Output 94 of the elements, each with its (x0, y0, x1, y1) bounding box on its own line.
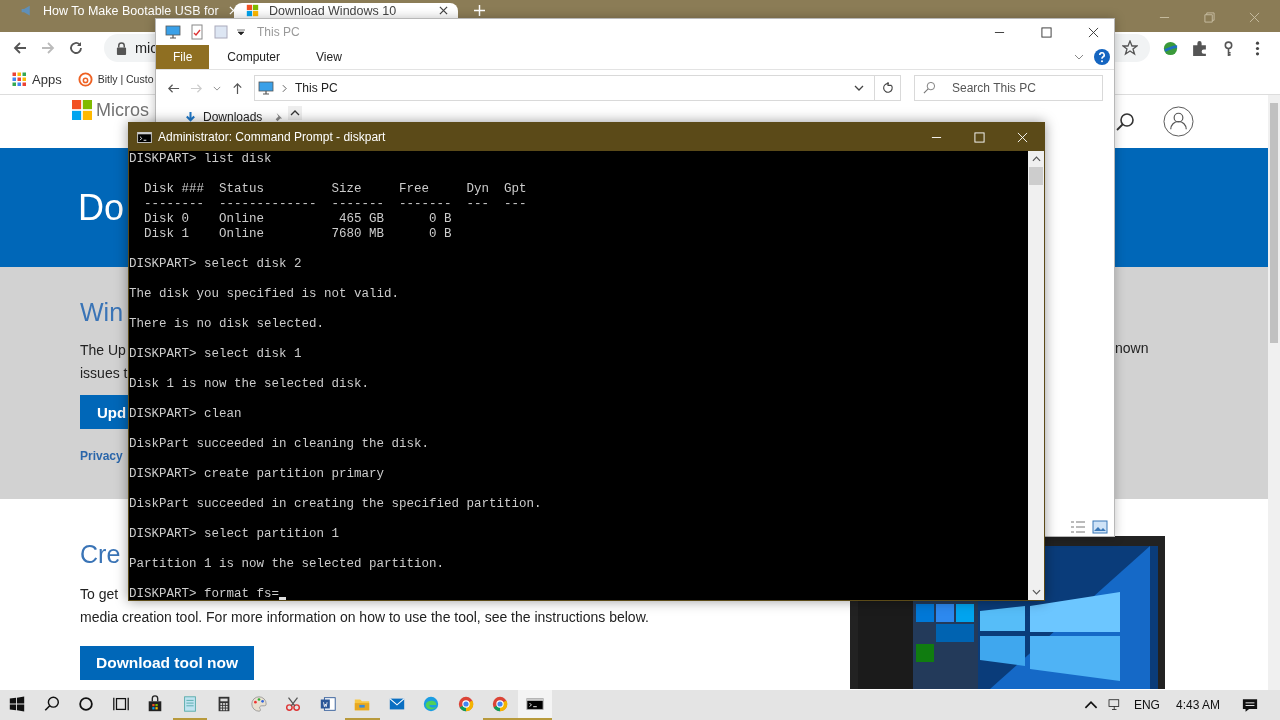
chevron-right-icon (282, 83, 287, 93)
globe-icon[interactable] (1162, 39, 1179, 57)
help-icon[interactable] (1094, 49, 1110, 65)
tiles-view-icon[interactable] (1092, 520, 1108, 534)
console-line: Disk 1 is now the selected disk. (129, 377, 370, 392)
console-line: DiskPart succeeded in cleaning the disk. (129, 437, 430, 452)
privacy-link[interactable]: Privacy (80, 449, 123, 463)
grid-icon (12, 71, 27, 87)
circle-logo-icon (456, 695, 475, 713)
close-icon[interactable] (439, 6, 448, 15)
clock[interactable]: 4:43 AM (1175, 698, 1220, 712)
search-icon (923, 81, 936, 94)
search-field[interactable]: Search This PC (914, 75, 1103, 101)
bookmark[interactable]: Bitly | Custo (73, 69, 154, 89)
document-icon (318, 695, 337, 713)
section-heading: Cre (80, 539, 121, 569)
four-squares-icon[interactable] (72, 100, 92, 120)
section-heading: Win (80, 297, 124, 327)
console-line: DISKPART> create partition primary (129, 467, 385, 482)
paragraph-text: nown (1115, 340, 1149, 356)
paragraph-text: The Up (80, 341, 126, 360)
circle-icon (77, 695, 96, 713)
language-indicator[interactable]: ENG (1133, 698, 1160, 712)
window-title: Administrator: Command Prompt - diskpart (158, 130, 386, 144)
maximize-icon[interactable] (1041, 26, 1052, 38)
console-line: DISKPART> format fs= (129, 587, 280, 602)
ribbon-tab[interactable]: File (156, 45, 210, 69)
window-title: This PC (257, 25, 300, 39)
console-line: Partition 1 is now the selected partition. (129, 557, 445, 572)
back-arrow-icon[interactable] (12, 40, 28, 56)
collapse-button[interactable] (288, 106, 302, 120)
refresh-icon (881, 82, 894, 94)
search-icon[interactable] (1115, 111, 1135, 132)
lock-icon (116, 41, 127, 55)
dropdown-icon[interactable] (237, 28, 245, 36)
star-icon[interactable] (1122, 40, 1138, 56)
search-icon (42, 695, 61, 713)
task-view-icon (111, 695, 130, 713)
checklist-icon[interactable] (189, 24, 205, 40)
paragraph-text: media creation tool. For more information on how to use the tool, see the instructions below. (80, 608, 649, 627)
chevron-down-icon[interactable] (854, 85, 864, 91)
palette-icon (249, 695, 268, 713)
computer-icon (165, 24, 181, 40)
paragraph-text: To get (80, 585, 119, 604)
console-line: Disk 0 Online 465 GB 0 B (143, 212, 452, 227)
circle-logo-icon (491, 695, 510, 713)
page-heading: Do (78, 186, 125, 229)
console-line: The disk you specified is not valid. (129, 287, 400, 302)
chevron-up-icon (290, 110, 300, 116)
puzzle-icon[interactable] (1191, 39, 1208, 57)
site-logo-text[interactable]: Micros (96, 100, 149, 120)
console-line: DISKPART> select partition 1 (129, 527, 340, 542)
scrollbar[interactable] (1268, 95, 1280, 690)
download-button[interactable]: Download tool now (80, 646, 254, 680)
four-squares-icon (246, 4, 259, 17)
taskbar-button[interactable] (517, 690, 552, 720)
terminal-icon (137, 131, 152, 143)
close-icon[interactable] (1088, 26, 1099, 38)
browser-tab[interactable]: How To Make Bootable USB for (8, 3, 232, 18)
up-arrow-icon[interactable] (231, 81, 244, 95)
console-line: Disk ### Status Size Free Dyn Gpt (143, 182, 527, 197)
terminal-icon (525, 695, 544, 713)
console-line: DISKPART> select disk 1 (129, 347, 302, 362)
notification-icon[interactable] (1242, 697, 1258, 713)
megaphone-icon (20, 4, 33, 17)
network-icon[interactable] (1107, 699, 1122, 711)
scrollbar-thumb[interactable] (1270, 103, 1278, 343)
reload-icon[interactable] (68, 40, 84, 56)
console-line: -------- ------------- ------- ------- --- --- (143, 197, 527, 212)
ribbon-tab[interactable]: Computer (209, 45, 299, 69)
chevron-down-icon[interactable] (1031, 589, 1041, 595)
console-line: DISKPART> clean (129, 407, 242, 422)
windows-logo-icon (8, 695, 27, 713)
console-line: DISKPART> list disk (129, 152, 272, 167)
console-line: DiskPart succeeded in creating the specified partition. (129, 497, 542, 512)
paragraph-text: issues t (80, 364, 128, 383)
bookmark[interactable]: Apps (8, 69, 66, 89)
ribbon-tab[interactable]: View (298, 45, 360, 69)
console-line: DISKPART> select disk 2 (129, 257, 302, 272)
refresh-button[interactable] (875, 75, 901, 101)
swirl-logo-icon (422, 695, 441, 713)
scrollbar[interactable] (1028, 151, 1044, 600)
plus-icon[interactable] (474, 5, 485, 16)
circle-logo-icon (77, 71, 93, 87)
browser-tab[interactable]: Download Windows 10 (234, 3, 458, 18)
scissors-icon (284, 695, 303, 713)
chevron-up-icon[interactable] (1083, 699, 1098, 711)
scrollbar-thumb[interactable] (1029, 167, 1043, 185)
console-line: Disk 1 Online 7680 MB 0 B (143, 227, 452, 242)
user-icon[interactable] (1163, 106, 1194, 137)
console-line: There is no disk selected. (129, 317, 325, 332)
update-button[interactable]: Upd (80, 395, 128, 429)
computer-icon (258, 80, 274, 96)
address-field[interactable]: This PC (254, 75, 875, 101)
